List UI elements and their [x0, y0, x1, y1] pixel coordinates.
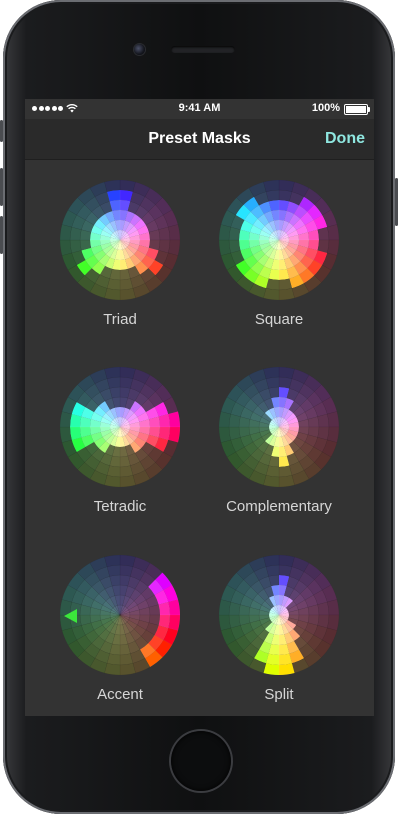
- mask-label: Triad: [103, 311, 137, 328]
- triad-wheel-icon: [60, 180, 180, 300]
- accent-wheel-icon: [60, 555, 180, 675]
- mask-tetradic[interactable]: Tetradic: [40, 367, 200, 537]
- mask-label: Square: [254, 311, 304, 328]
- mask-accent[interactable]: Accent: [40, 555, 200, 716]
- battery-icon: [344, 104, 370, 115]
- earpiece-speaker: [171, 46, 235, 53]
- mask-label: Complementary: [226, 498, 332, 515]
- mask-square[interactable]: Square: [199, 180, 359, 350]
- power-button: [395, 178, 398, 226]
- split-wheel-icon: [219, 555, 339, 675]
- mask-label: Accent: [97, 686, 143, 703]
- done-button[interactable]: Done: [325, 130, 365, 148]
- mask-label: Split: [264, 686, 294, 703]
- square-wheel-icon: [219, 180, 339, 300]
- app-screen: 9:41 AM 100% Preset Masks Done Triad Squ…: [25, 99, 374, 716]
- home-button[interactable]: [171, 731, 231, 791]
- tetradic-wheel-icon: [60, 367, 180, 487]
- navigation-bar: Preset Masks Done: [25, 119, 374, 160]
- volume-up-button: [0, 168, 3, 206]
- battery-percentage: 100%: [311, 102, 340, 114]
- complementary-wheel-icon: [219, 367, 339, 487]
- front-camera: [134, 44, 145, 55]
- mask-complementary[interactable]: Complementary: [199, 367, 359, 537]
- mask-label: Tetradic: [93, 498, 147, 515]
- mask-triad[interactable]: Triad: [40, 180, 200, 350]
- volume-down-button: [0, 216, 3, 254]
- status-bar: 9:41 AM 100%: [25, 99, 374, 119]
- page-title: Preset Masks: [148, 130, 251, 147]
- mute-switch: [0, 120, 3, 142]
- mask-split[interactable]: Split: [199, 555, 359, 716]
